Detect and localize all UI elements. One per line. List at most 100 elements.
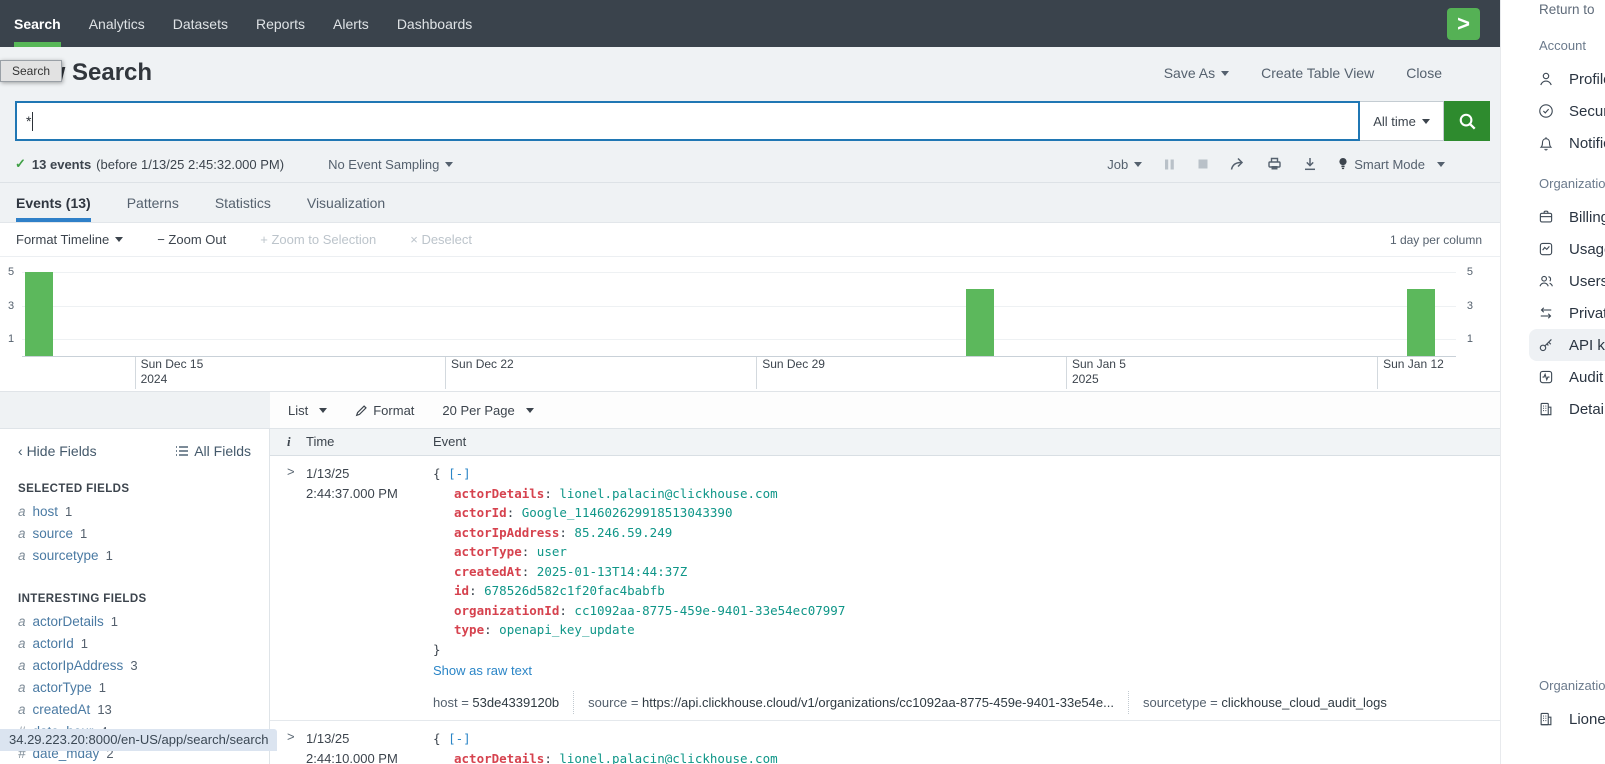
return-to-link[interactable]: Return to [1539, 2, 1595, 17]
panel-item-api-keys[interactable]: API keys [1529, 329, 1605, 361]
panel-item-details[interactable]: Details [1529, 393, 1605, 425]
panel-item-billing[interactable]: Billing [1529, 201, 1605, 233]
list-view-dropdown[interactable]: List [288, 403, 327, 418]
panel-item-profile[interactable]: Profile [1529, 63, 1605, 95]
format-results-button[interactable]: Format [355, 403, 414, 418]
save-as-button[interactable]: Save As [1164, 65, 1229, 81]
field-item-actorIpAddress[interactable]: aactorIpAddress3 [0, 655, 269, 677]
nav-item-analytics[interactable]: Analytics [75, 0, 159, 47]
print-button[interactable] [1267, 157, 1282, 171]
zoom-out-button[interactable]: − Zoom Out [157, 232, 226, 247]
per-page-dropdown[interactable]: 20 Per Page [442, 403, 533, 418]
time-range-picker[interactable]: All time [1360, 101, 1444, 141]
field-item-createdAt[interactable]: acreatedAt13 [0, 699, 269, 721]
nav-item-dashboards[interactable]: Dashboards [383, 0, 487, 47]
json-key[interactable]: organizationId [454, 603, 559, 618]
close-button[interactable]: Close [1406, 65, 1442, 81]
search-button[interactable] [1444, 101, 1490, 141]
stop-button[interactable] [1197, 158, 1209, 170]
meta-host[interactable]: host = 53de4339120b [433, 691, 573, 715]
job-done-check-icon: ✓ [15, 156, 26, 172]
tab-patterns[interactable]: Patterns [127, 183, 179, 222]
chevron-down-icon [319, 408, 327, 413]
json-key[interactable]: actorDetails [454, 751, 544, 764]
text-cursor [32, 112, 33, 131]
meta-source[interactable]: source = https://api.clickhouse.cloud/v1… [573, 691, 1128, 715]
json-value[interactable]: openapi_key_update [499, 622, 634, 637]
create-table-view-button[interactable]: Create Table View [1261, 65, 1374, 81]
field-count: 1 [111, 614, 118, 629]
hide-fields-button[interactable]: ‹ Hide Fields [18, 443, 97, 459]
panel-item-notifications[interactable]: Notifications [1529, 127, 1605, 159]
json-key[interactable]: actorType [454, 544, 522, 559]
timeline-bar[interactable] [1407, 289, 1435, 356]
show-raw-text-link[interactable]: Show as raw text [433, 661, 1500, 681]
nav-item-search[interactable]: Search [0, 0, 75, 47]
field-count: 1 [81, 636, 88, 651]
format-timeline-dropdown[interactable]: Format Timeline [16, 232, 123, 247]
field-item-actorType[interactable]: aactorType1 [0, 677, 269, 699]
share-button[interactable] [1230, 157, 1246, 171]
event-json: { [-] actorDetails: lionel.palacin@click… [433, 464, 1500, 714]
pause-button[interactable] [1163, 158, 1176, 171]
search-mode-dropdown[interactable]: Smart Mode [1338, 157, 1445, 172]
json-collapse-toggle[interactable]: [-] [448, 466, 471, 481]
all-fields-button[interactable]: All Fields [175, 443, 251, 459]
field-item-actorId[interactable]: aactorId1 [0, 633, 269, 655]
row-expand-chevron-icon[interactable]: > [270, 464, 306, 714]
json-key[interactable]: actorIpAddress [454, 525, 559, 540]
field-item-host[interactable]: ahost1 [0, 501, 269, 523]
panel-item-audit[interactable]: Audit [1529, 361, 1605, 393]
export-button[interactable] [1303, 157, 1317, 171]
nav-item-reports[interactable]: Reports [242, 0, 319, 47]
field-name: actorType [33, 680, 92, 695]
field-item-source[interactable]: asource1 [0, 523, 269, 545]
json-key[interactable]: actorId [454, 505, 507, 520]
panel-item-usage[interactable]: Usage [1529, 233, 1605, 265]
meta-sourcetype[interactable]: sourcetype = clickhouse_cloud_audit_logs [1128, 691, 1401, 715]
field-item-actorDetails[interactable]: aactorDetails1 [0, 611, 269, 633]
json-value[interactable]: cc1092aa-8775-459e-9401-33e54ec07997 [574, 603, 845, 618]
nav-label: Dashboards [397, 16, 473, 32]
timeline-bar[interactable] [25, 272, 53, 356]
timeline-plot[interactable]: 553311 [22, 262, 1456, 357]
json-value[interactable]: 678526d582c1f20fac4babfb [484, 583, 665, 598]
deselect-button[interactable]: × Deselect [410, 232, 472, 247]
event-row: > 1/13/25 2:44:10.000 PM { [-] actorDeta… [270, 721, 1500, 764]
event-meta: host = 53de4339120b source = https://api… [433, 691, 1500, 715]
json-key[interactable]: createdAt [454, 564, 522, 579]
download-icon [1303, 157, 1317, 171]
json-key[interactable]: id [454, 583, 469, 598]
json-key[interactable]: actorDetails [454, 486, 544, 501]
field-name: actorId [33, 636, 74, 651]
hover-tooltip: Search [0, 60, 62, 82]
panel-item-private-endpoints[interactable]: Private [1529, 297, 1605, 329]
job-menu[interactable]: Job [1107, 157, 1142, 172]
json-value[interactable]: lionel.palacin@clickhouse.com [559, 751, 777, 764]
json-value[interactable]: 2025-01-13T14:44:37Z [537, 564, 688, 579]
nav-item-datasets[interactable]: Datasets [159, 0, 242, 47]
splunk-logo-icon[interactable]: > [1447, 8, 1480, 40]
json-value[interactable]: user [537, 544, 567, 559]
panel-item-security[interactable]: Security [1529, 95, 1605, 127]
nav-item-alerts[interactable]: Alerts [319, 0, 383, 47]
search-query-input[interactable]: * [15, 101, 1360, 141]
timeline-bar[interactable] [966, 289, 994, 356]
field-count: 3 [130, 658, 137, 673]
panel-item-organization-lionel[interactable]: Lionel [1529, 703, 1605, 735]
json-collapse-toggle[interactable]: [-] [448, 731, 471, 746]
tab-events[interactable]: Events (13) [16, 183, 91, 222]
y-axis-tick-label: 3 [8, 300, 14, 312]
field-item-sourcetype[interactable]: asourcetype1 [0, 545, 269, 567]
column-header-time[interactable]: Time [306, 434, 433, 450]
tab-statistics[interactable]: Statistics [215, 183, 271, 222]
json-value[interactable]: lionel.palacin@clickhouse.com [559, 486, 777, 501]
json-value[interactable]: Google_114602629918513043390 [522, 505, 733, 520]
json-value[interactable]: 85.246.59.249 [574, 525, 672, 540]
event-sampling-dropdown[interactable]: No Event Sampling [328, 157, 453, 172]
tab-visualization[interactable]: Visualization [307, 183, 385, 222]
json-key[interactable]: type [454, 622, 484, 637]
field-type: a [18, 614, 26, 629]
panel-item-users[interactable]: Users [1529, 265, 1605, 297]
zoom-to-selection-button[interactable]: + Zoom to Selection [260, 232, 376, 247]
